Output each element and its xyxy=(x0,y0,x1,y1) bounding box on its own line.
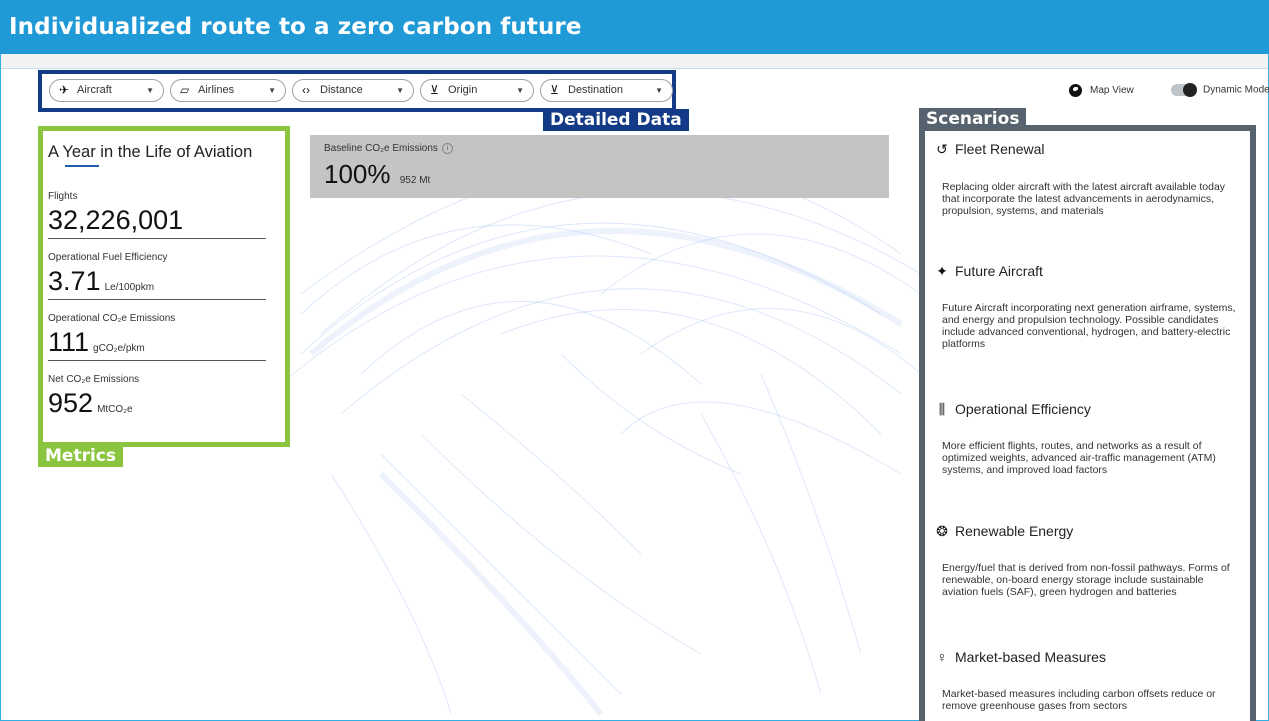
metric-operational-emissions: Operational CO₂e Emissions 111 gCO₂e/pkm xyxy=(48,313,266,361)
metric-value: 111 gCO₂e/pkm xyxy=(48,327,145,357)
scenario-description: Replacing older aircraft with the latest… xyxy=(942,181,1226,217)
page-title: Individualized route to a zero carbon fu… xyxy=(0,0,1269,54)
toggle-switch[interactable] xyxy=(1171,83,1197,97)
info-icon[interactable]: i xyxy=(441,143,453,154)
chevron-down-icon: ▼ xyxy=(268,86,276,95)
title-underline xyxy=(65,165,99,167)
metric-label: Operational CO₂e Emissions xyxy=(48,313,176,324)
filter-distance[interactable]: ‹› Distance ▼ xyxy=(292,79,414,102)
scenario-title: ↺ Fleet Renewal xyxy=(934,141,1044,158)
airplane-icon: ✈ xyxy=(59,83,70,97)
scenario-description: Future Aircraft incorporating next gener… xyxy=(942,302,1236,350)
scenario-fleet-renewal[interactable]: ↺ Fleet Renewal Replacing older aircraft … xyxy=(925,131,1250,247)
scenario-title: ⫼ Operational Efficiency xyxy=(934,401,1091,418)
filter-label: Destination xyxy=(568,84,624,96)
dynamic-mode-toggle[interactable]: Dynamic Mode xyxy=(1171,83,1269,97)
scenario-operational-efficiency[interactable]: ⫼ Operational Efficiency More efficient f… xyxy=(925,383,1250,507)
landing-icon: ⊻ xyxy=(550,83,559,97)
sliders-icon: ⫼ xyxy=(938,401,946,417)
scenarios-panel: ↺ Fleet Renewal Replacing older aircraft … xyxy=(919,125,1256,721)
metric-fuel-efficiency: Operational Fuel Efficiency 3.71 Le/100pk… xyxy=(48,252,266,300)
annotation-metrics: Metrics xyxy=(38,445,123,467)
metrics-panel: A Year in the Life of Aviation Flights 3… xyxy=(38,126,290,447)
renew-icon: ↺ xyxy=(936,141,948,157)
airline-icon: ▱ xyxy=(180,83,190,97)
metric-label: Flights xyxy=(48,191,78,202)
filter-destination[interactable]: ⊻ Destination ▼ xyxy=(540,79,673,102)
dynamic-mode-label: Dynamic Mode xyxy=(1203,84,1269,96)
chevron-down-icon: ▼ xyxy=(396,86,404,95)
map-view-label: Map View xyxy=(1090,85,1134,97)
scenario-renewable-energy[interactable]: ❂ Renewable Energy Energy/fuel that is de… xyxy=(925,506,1250,631)
chevron-down-icon: ▼ xyxy=(146,86,154,95)
metric-value: 952 MtCO₂e xyxy=(48,388,133,418)
filter-origin[interactable]: ⊻ Origin ▼ xyxy=(420,79,534,102)
filter-airlines[interactable]: ▱ Airlines ▼ xyxy=(170,79,286,102)
metric-net-emissions: Net CO₂e Emissions 952 MtCO₂e xyxy=(48,374,266,419)
baseline-label: Baseline CO₂e Emissions i xyxy=(324,143,453,154)
filter-aircraft[interactable]: ✈ Aircraft ▼ xyxy=(49,79,164,102)
filter-label: Aircraft xyxy=(77,84,112,96)
renewable-energy-icon: ❂ xyxy=(936,523,948,539)
scenario-future-aircraft[interactable]: ✦ Future Aircraft Future Aircraft incorpo… xyxy=(925,246,1250,384)
scenario-title: ❂ Renewable Energy xyxy=(934,523,1073,540)
map-stage[interactable]: ✈ Aircraft ▼ ▱ Airlines ▼ ‹› Distance ▼ … xyxy=(0,54,1269,721)
scenario-description: Market-based measures including carbon o… xyxy=(942,688,1216,712)
takeoff-icon: ⊻ xyxy=(430,83,439,97)
metric-value: 32,226,001 xyxy=(48,205,184,235)
globe-icon xyxy=(1069,84,1082,97)
chevron-down-icon: ▼ xyxy=(655,86,663,95)
filter-label: Origin xyxy=(448,84,478,96)
metric-flights: Flights 32,226,001 xyxy=(48,191,266,239)
filter-label: Airlines xyxy=(198,84,235,96)
scenario-description: More efficient flights, routes, and netw… xyxy=(942,440,1216,476)
baseline-value: 100% 952 Mt xyxy=(324,159,431,189)
filter-label: Distance xyxy=(320,84,363,96)
tree-icon: ♀ xyxy=(936,649,948,665)
scenario-description: Energy/fuel that is derived from non-fos… xyxy=(942,562,1230,598)
annotation-detailed-data: Detailed Data xyxy=(543,109,689,131)
metric-label: Net CO₂e Emissions xyxy=(48,374,140,385)
chevron-down-icon: ▼ xyxy=(516,86,524,95)
scenario-market-based-measures[interactable]: ♀ Market-based Measures Market-based meas… xyxy=(925,630,1250,721)
baseline-emissions-card: Baseline CO₂e Emissions i 100% 952 Mt xyxy=(310,135,889,198)
scenario-title: ✦ Future Aircraft xyxy=(934,263,1043,280)
metric-value: 3.71 Le/100pkm xyxy=(48,266,155,296)
metric-label: Operational Fuel Efficiency xyxy=(48,252,168,263)
sparkle-icon: ✦ xyxy=(936,263,948,279)
filter-bar: ✈ Aircraft ▼ ▱ Airlines ▼ ‹› Distance ▼ … xyxy=(38,70,676,112)
metrics-title: A Year in the Life of Aviation xyxy=(48,143,252,167)
distance-icon: ‹› xyxy=(302,83,310,97)
map-view-button[interactable]: Map View xyxy=(1069,84,1134,97)
scenario-title: ♀ Market-based Measures xyxy=(934,649,1106,665)
